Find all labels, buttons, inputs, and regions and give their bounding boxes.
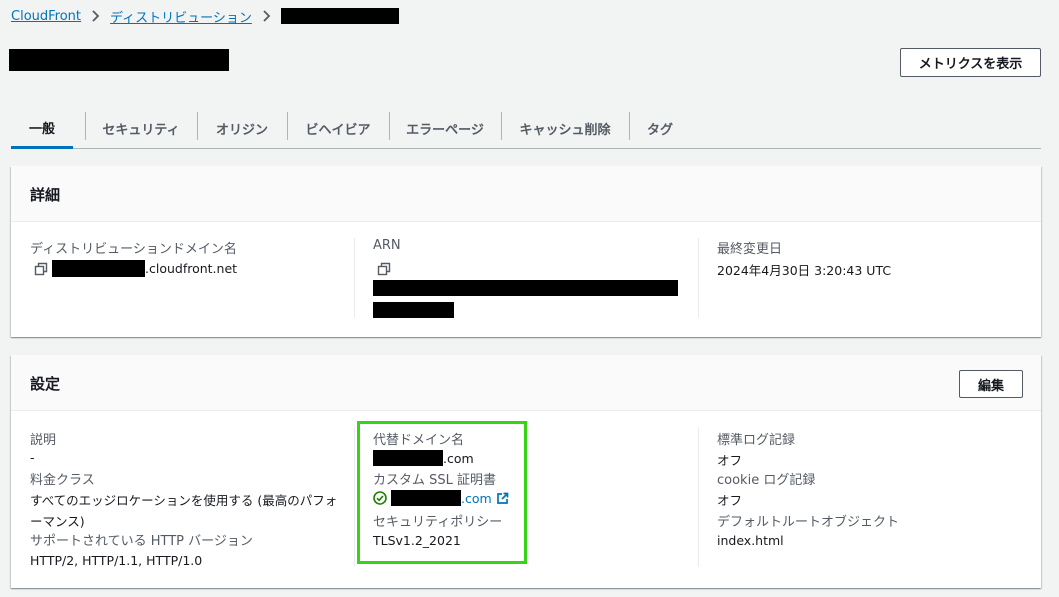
standard-logging-label: 標準ログ記録: [717, 433, 796, 448]
cookie-logging-value: オフ: [717, 493, 743, 508]
column-divider: [354, 427, 355, 567]
tab-invalidations[interactable]: キャッシュ削除: [501, 108, 629, 149]
distribution-domain-suffix: .cloudfront.net: [145, 261, 238, 276]
description-value: -: [30, 450, 35, 465]
copy-icon[interactable]: [377, 262, 391, 276]
distribution-id-redacted: [52, 260, 145, 277]
arn-label: ARN: [373, 238, 401, 253]
view-metrics-button[interactable]: メトリクスを表示: [900, 48, 1041, 77]
tab-security[interactable]: セキュリティ: [85, 108, 197, 149]
highlight-annotation-box: [357, 421, 527, 564]
tab-general[interactable]: 一般: [11, 108, 73, 149]
details-panel-header: 詳細: [11, 166, 1041, 222]
settings-title: 設定: [30, 375, 61, 393]
arn-value-redacted: [373, 280, 678, 296]
chevron-right-icon: [91, 10, 100, 22]
default-root-object-value: index.html: [717, 533, 784, 548]
default-root-object-label: デフォルトルートオブジェクト: [717, 515, 900, 530]
standard-logging-value: オフ: [717, 453, 743, 468]
tab-tags[interactable]: タグ: [629, 108, 691, 149]
last-modified-label: 最終変更日: [717, 242, 783, 257]
breadcrumb: CloudFront ディストリビューション: [11, 7, 399, 26]
column-divider: [698, 427, 699, 567]
column-divider: [354, 238, 355, 318]
page-title-redacted: [9, 49, 229, 71]
price-class-label: 料金クラス: [30, 473, 95, 488]
arn-value-redacted: [373, 302, 454, 318]
details-title: 詳細: [30, 186, 61, 204]
column-divider: [698, 238, 699, 318]
tab-behaviors[interactable]: ビヘイビア: [287, 108, 389, 149]
details-panel: 詳細 ディストリビューションドメイン名 .cloudfront.net ARN …: [11, 166, 1041, 337]
description-label: 説明: [30, 433, 57, 448]
chevron-right-icon: [262, 10, 271, 22]
copy-icon[interactable]: [34, 262, 48, 276]
settings-panel-header: 設定: [11, 355, 1041, 411]
http-versions-label: サポートされている HTTP バージョン: [30, 534, 253, 549]
distribution-domain-value: .cloudfront.net: [52, 260, 237, 277]
breadcrumb-distributions-link[interactable]: ディストリビューション: [110, 7, 252, 26]
tab-error-pages[interactable]: エラーページ: [389, 108, 501, 149]
distribution-domain-label: ディストリビューションドメイン名: [30, 242, 237, 257]
price-class-value: すべてのエッジロケーションを使用する (最高のパフォーマンス): [30, 493, 338, 529]
http-versions-value: HTTP/2, HTTP/1.1, HTTP/1.0: [30, 553, 203, 568]
tab-bar: 一般 セキュリティ オリジン ビヘイビア エラーページ キャッシュ削除 タグ: [11, 108, 1041, 149]
last-modified-value: 2024年4月30日 3:20:43 UTC: [717, 263, 892, 278]
tab-origins[interactable]: オリジン: [197, 108, 287, 149]
breadcrumb-current-redacted: [280, 8, 399, 24]
breadcrumb-cloudfront-link[interactable]: CloudFront: [11, 9, 81, 24]
cookie-logging-label: cookie ログ記録: [717, 473, 816, 488]
edit-settings-button[interactable]: 編集: [959, 370, 1023, 398]
